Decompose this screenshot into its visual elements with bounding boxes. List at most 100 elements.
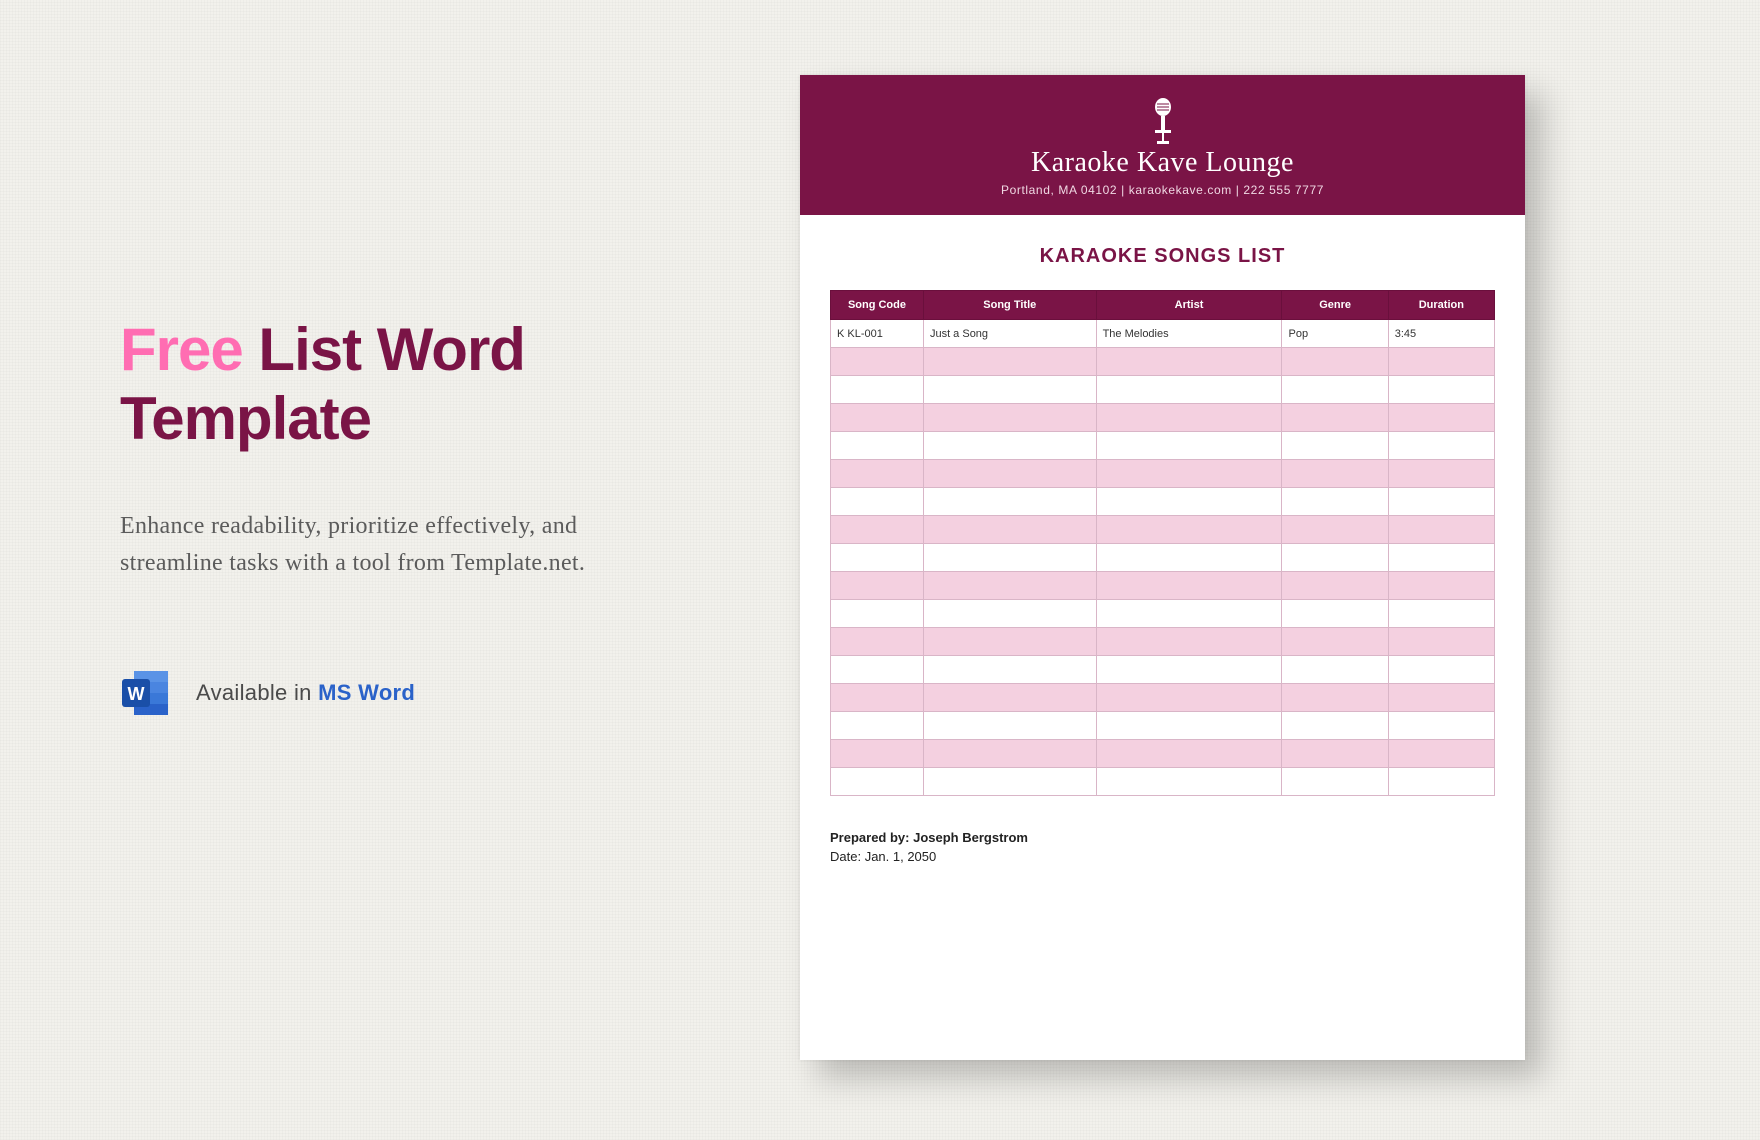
cell-artist [1096, 712, 1282, 740]
cell-title [923, 376, 1096, 404]
availability-text: Available in MS Word [196, 680, 415, 706]
cell-title [923, 684, 1096, 712]
cell-code [831, 768, 924, 796]
cell-code [831, 684, 924, 712]
cell-title [923, 488, 1096, 516]
brand-subline: Portland, MA 04102 | karaokekave.com | 2… [810, 183, 1515, 197]
headline-free: Free [120, 316, 243, 383]
date-line: Date: Jan. 1, 2050 [830, 849, 1495, 864]
cell-genre [1282, 432, 1388, 460]
availability-app: MS Word [318, 680, 415, 705]
cell-title [923, 628, 1096, 656]
cell-duration [1388, 404, 1494, 432]
table-row [831, 488, 1495, 516]
table-row [831, 684, 1495, 712]
cell-code [831, 544, 924, 572]
ms-word-icon: W [120, 667, 172, 719]
table-row [831, 600, 1495, 628]
cell-code [831, 572, 924, 600]
table-row [831, 740, 1495, 768]
cell-genre [1282, 740, 1388, 768]
doc-header: Karaoke Kave Lounge Portland, MA 04102 |… [800, 75, 1525, 215]
date-value: Jan. 1, 2050 [865, 849, 937, 864]
cell-code [831, 432, 924, 460]
cell-code [831, 628, 924, 656]
cell-code [831, 516, 924, 544]
table-row [831, 376, 1495, 404]
availability-prefix: Available in [196, 680, 318, 705]
cell-code [831, 740, 924, 768]
cell-duration [1388, 768, 1494, 796]
col-header-title: Song Title [923, 291, 1096, 320]
col-header-artist: Artist [1096, 291, 1282, 320]
cell-code [831, 348, 924, 376]
cell-artist [1096, 544, 1282, 572]
prepared-label: Prepared by: [830, 830, 913, 845]
cell-genre [1282, 404, 1388, 432]
date-label: Date: [830, 849, 865, 864]
cell-duration [1388, 432, 1494, 460]
cell-code [831, 376, 924, 404]
cell-genre: Pop [1282, 320, 1388, 348]
cell-duration [1388, 572, 1494, 600]
table-row [831, 544, 1495, 572]
cell-genre [1282, 628, 1388, 656]
headline: Free List Word Template [120, 315, 710, 453]
cell-artist [1096, 516, 1282, 544]
cell-title [923, 432, 1096, 460]
cell-code: K KL-001 [831, 320, 924, 348]
cell-title [923, 768, 1096, 796]
cell-duration [1388, 376, 1494, 404]
cell-artist [1096, 348, 1282, 376]
cell-genre [1282, 572, 1388, 600]
cell-duration [1388, 460, 1494, 488]
prepared-by-name: Joseph Bergstrom [913, 830, 1028, 845]
cell-artist [1096, 572, 1282, 600]
cell-duration [1388, 712, 1494, 740]
cell-title [923, 572, 1096, 600]
table-row [831, 712, 1495, 740]
cell-title [923, 404, 1096, 432]
brand-name: Karaoke Kave Lounge [810, 147, 1515, 179]
cell-genre [1282, 684, 1388, 712]
cell-artist [1096, 376, 1282, 404]
cell-artist [1096, 768, 1282, 796]
cell-code [831, 460, 924, 488]
table-row [831, 460, 1495, 488]
table-row [831, 404, 1495, 432]
cell-title [923, 544, 1096, 572]
cell-genre [1282, 376, 1388, 404]
cell-artist: The Melodies [1096, 320, 1282, 348]
cell-artist [1096, 600, 1282, 628]
col-header-duration: Duration [1388, 291, 1494, 320]
cell-code [831, 488, 924, 516]
cell-title [923, 600, 1096, 628]
cell-title: Just a Song [923, 320, 1096, 348]
cell-title [923, 740, 1096, 768]
cell-title [923, 656, 1096, 684]
cell-genre [1282, 712, 1388, 740]
microphone-icon [1143, 97, 1183, 145]
cell-duration [1388, 684, 1494, 712]
promo-text-block: Free List Word Template Enhance readabil… [120, 315, 710, 719]
cell-artist [1096, 488, 1282, 516]
prepared-block: Prepared by: Joseph Bergstrom Date: Jan.… [830, 830, 1495, 864]
cell-genre [1282, 460, 1388, 488]
table-row [831, 432, 1495, 460]
cell-code [831, 404, 924, 432]
cell-artist [1096, 404, 1282, 432]
svg-text:W: W [128, 684, 145, 704]
table-row [831, 656, 1495, 684]
cell-title [923, 460, 1096, 488]
cell-duration [1388, 516, 1494, 544]
cell-duration: 3:45 [1388, 320, 1494, 348]
cell-duration [1388, 348, 1494, 376]
cell-genre [1282, 544, 1388, 572]
cell-duration [1388, 740, 1494, 768]
prepared-by-line: Prepared by: Joseph Bergstrom [830, 830, 1495, 845]
subtext: Enhance readability, prioritize effectiv… [120, 508, 680, 582]
table-row [831, 628, 1495, 656]
cell-title [923, 348, 1096, 376]
cell-genre [1282, 348, 1388, 376]
cell-code [831, 656, 924, 684]
